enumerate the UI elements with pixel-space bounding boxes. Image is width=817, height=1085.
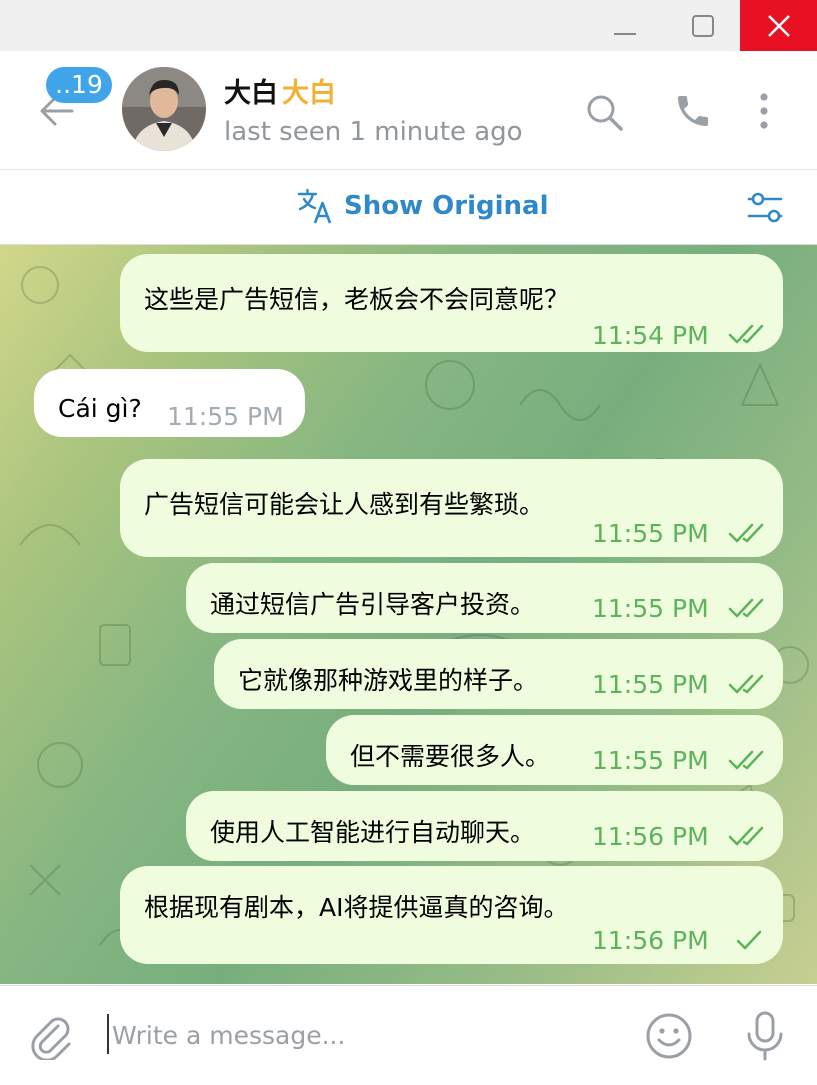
message-text: 使用人工智能进行自动聊天。 — [210, 818, 536, 847]
message-bubble-outgoing[interactable]: 广告短信可能会让人感到有些繁琐。 11:55 PM — [120, 459, 783, 557]
message-text: 但不需要很多人。 — [350, 742, 551, 771]
message-time: 11:55 PM — [592, 594, 709, 623]
double-check-icon — [728, 750, 764, 770]
minimize-button[interactable] — [589, 0, 661, 51]
message-text: 这些是广告短信，老板会不会同意呢？ — [144, 285, 570, 314]
message-bubble-outgoing[interactable]: 它就像那种游戏里的样子。 11:55 PM — [214, 639, 783, 709]
message-time: 11:55 PM — [592, 670, 709, 699]
microphone-icon — [747, 1011, 783, 1061]
contact-name[interactable]: 大白 大白 — [224, 71, 336, 110]
close-icon — [767, 14, 790, 37]
show-original-label: Show Original — [344, 191, 549, 221]
maximize-icon — [692, 14, 714, 37]
message-time: 11:55 PM — [167, 402, 284, 431]
more-vert-icon — [760, 93, 768, 129]
attach-button[interactable] — [28, 1012, 76, 1064]
message-bubble-outgoing[interactable]: 使用人工智能进行自动聊天。 11:56 PM — [186, 791, 783, 861]
message-bubble-outgoing[interactable]: 但不需要很多人。 11:55 PM — [326, 715, 783, 785]
double-check-icon — [728, 598, 764, 618]
search-icon — [587, 95, 623, 131]
voice-record-button[interactable] — [744, 1010, 786, 1066]
message-text: 它就像那种游戏里的样子。 — [238, 666, 539, 695]
double-check-icon — [728, 826, 764, 846]
message-bubble-outgoing[interactable]: 通过短信广告引导客户投资。 11:55 PM — [186, 563, 783, 633]
message-bubble-outgoing[interactable]: 这些是广告短信，老板会不会同意呢？ 11:54 PM — [120, 254, 783, 352]
emoji-button[interactable] — [645, 1012, 693, 1064]
more-options-button[interactable] — [752, 91, 776, 135]
translate-settings-button[interactable] — [745, 190, 785, 230]
double-check-icon — [728, 523, 764, 543]
smile-icon — [646, 1013, 692, 1059]
double-check-icon — [728, 324, 764, 344]
chat-header: ..19 大白 大白 last seen 1 minute ago — [0, 51, 817, 170]
close-button[interactable] — [740, 0, 817, 51]
message-text: 广告短信可能会让人感到有些繁琐。 — [144, 490, 545, 519]
contact-name-highlight: 大白 — [282, 78, 336, 109]
translate-bar: Show Original — [0, 170, 817, 245]
message-time: 11:55 PM — [592, 746, 709, 775]
message-time: 11:56 PM — [592, 822, 709, 851]
show-original-button[interactable]: Show Original — [296, 187, 549, 225]
sliders-icon — [747, 192, 783, 223]
unread-badge[interactable]: ..19 — [46, 67, 112, 103]
double-check-icon — [728, 674, 764, 694]
message-bubble-outgoing[interactable]: 根据现有剧本，AI将提供逼真的咨询。 11:56 PM — [120, 866, 783, 964]
message-time: 11:55 PM — [592, 519, 709, 548]
contact-status: last seen 1 minute ago — [224, 117, 523, 147]
translate-icon — [297, 188, 332, 224]
message-list[interactable]: 这些是广告短信，老板会不会同意呢？ 11:54 PM Cái gì? 11:55… — [0, 245, 817, 984]
minimize-icon — [614, 32, 636, 35]
message-time: 11:56 PM — [592, 926, 709, 955]
avatar[interactable] — [122, 67, 206, 151]
paperclip-icon — [31, 1017, 71, 1062]
window-title-bar — [0, 0, 817, 51]
message-time: 11:54 PM — [592, 321, 709, 350]
contact-name-text: 大白 — [224, 78, 278, 109]
search-button[interactable] — [585, 93, 625, 137]
message-bubble-incoming[interactable]: Cái gì? 11:55 PM — [34, 369, 305, 437]
message-text: 根据现有剧本，AI将提供逼真的咨询。 — [144, 893, 569, 922]
maximize-button[interactable] — [667, 0, 739, 51]
single-check-icon — [736, 930, 762, 950]
message-input[interactable] — [112, 1016, 612, 1054]
text-caret — [107, 1014, 109, 1054]
message-text: 通过短信广告引导客户投资。 — [210, 590, 536, 619]
call-button[interactable] — [673, 91, 713, 135]
phone-icon — [678, 96, 708, 126]
message-text: Cái gì? — [58, 394, 142, 423]
message-composer — [0, 985, 817, 1085]
